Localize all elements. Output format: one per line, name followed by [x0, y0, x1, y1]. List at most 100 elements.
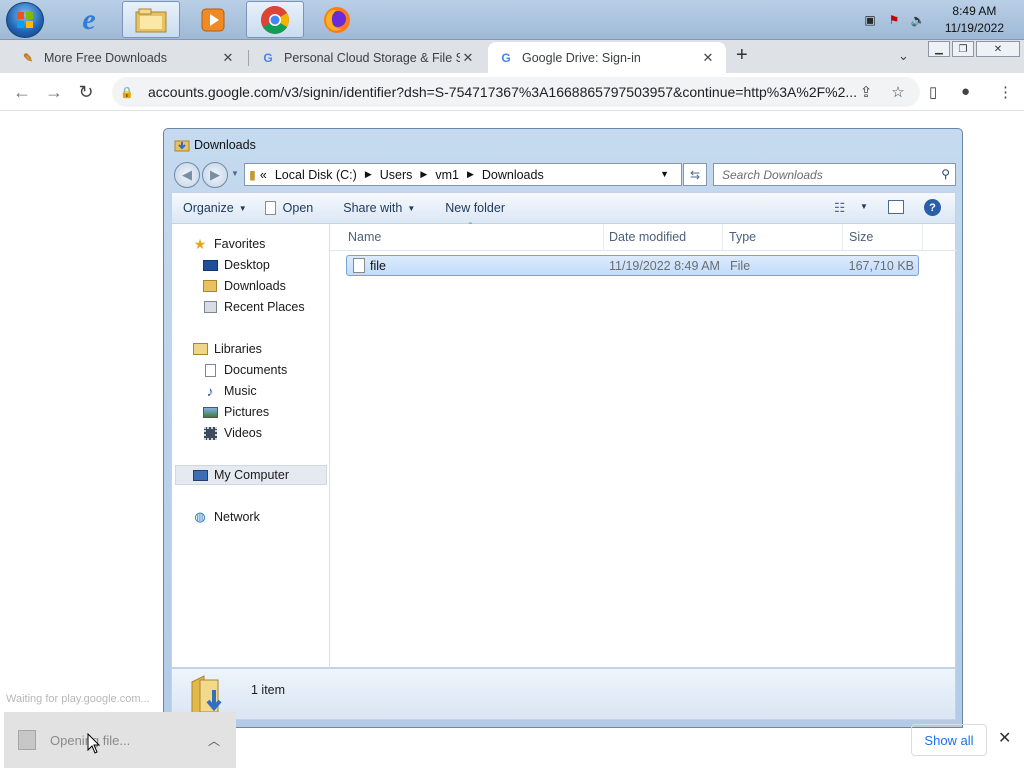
libraries-icon	[192, 342, 208, 356]
file-name: file	[370, 259, 386, 273]
dropdown-arrow-icon: ▼	[407, 203, 416, 213]
breadcrumb-arrow-icon[interactable]: ▶	[467, 169, 474, 180]
new-folder-button[interactable]: New folder	[445, 201, 505, 215]
explorer-forward-button[interactable]: ▶	[202, 162, 228, 188]
network-tray-icon[interactable]: ▣	[862, 13, 878, 27]
column-divider[interactable]	[603, 224, 604, 251]
help-icon[interactable]: ?	[924, 199, 941, 216]
nav-my-computer[interactable]: My Computer	[175, 465, 327, 485]
column-type[interactable]: Type	[729, 230, 756, 244]
taskbar-file-explorer[interactable]	[122, 1, 180, 38]
nav-downloads[interactable]: Downloads	[202, 277, 286, 295]
tab-strip: ✎ More Free Downloads ✕ G Personal Cloud…	[0, 40, 1024, 73]
overflow-chevron-icon[interactable]: «	[260, 168, 267, 182]
taskbar: e ▣ ⚑ 🔈 8:49 AM 11/19/2022	[0, 0, 1024, 40]
download-options-chevron-icon[interactable]: ︿	[208, 732, 220, 749]
share-icon[interactable]: ⇪	[856, 83, 876, 101]
file-row[interactable]: file 11/19/2022 8:49 AM File 167,710 KB	[346, 255, 919, 276]
column-divider[interactable]	[722, 224, 723, 251]
nav-recent-places[interactable]: Recent Places	[202, 298, 305, 316]
reload-icon[interactable]: ↻	[75, 82, 97, 103]
tab-more-free-downloads[interactable]: ✎ More Free Downloads ✕	[10, 42, 246, 73]
close-download-shelf-icon[interactable]: ✕	[998, 728, 1011, 748]
breadcrumb-arrow-icon[interactable]: ▶	[365, 169, 372, 180]
back-icon[interactable]: ←	[11, 82, 33, 103]
change-view-icon[interactable]: ☷	[834, 200, 845, 215]
url-text[interactable]: accounts.google.com/v3/signin/identifier…	[148, 84, 856, 100]
column-date-modified[interactable]: Date modified	[609, 230, 686, 244]
start-button[interactable]	[6, 2, 44, 38]
explorer-search-input[interactable]: Search Downloads ⚲	[713, 163, 956, 186]
item-count: 1 item	[251, 683, 286, 697]
tab-personal-cloud-storage[interactable]: G Personal Cloud Storage & File Sh ✕	[250, 42, 486, 73]
address-dropdown-icon[interactable]: ▼	[660, 169, 669, 179]
action-center-icon[interactable]: ⚑	[886, 13, 902, 27]
browser-toolbar: ← → ↻ 🔒 accounts.google.com/v3/signin/id…	[0, 73, 1024, 111]
share-with-button[interactable]: Share with ▼	[343, 201, 415, 215]
column-divider[interactable]	[842, 224, 843, 251]
desktop-icon	[202, 258, 218, 272]
close-window-button[interactable]: ✕	[976, 41, 1020, 57]
close-tab-icon[interactable]: ✕	[460, 50, 476, 66]
nav-desktop[interactable]: Desktop	[202, 256, 270, 274]
taskbar-chrome[interactable]	[246, 1, 304, 38]
explorer-refresh-button[interactable]: ⇆	[683, 163, 707, 186]
new-tab-button[interactable]: +	[736, 44, 748, 67]
side-panel-icon[interactable]: ▯	[929, 83, 937, 101]
maximize-button[interactable]: ❐	[952, 41, 974, 57]
column-divider[interactable]	[922, 224, 923, 251]
breadcrumb-arrow-icon[interactable]: ▶	[420, 169, 427, 180]
nav-videos[interactable]: Videos	[202, 424, 262, 442]
breadcrumb-vm1[interactable]: vm1	[435, 168, 459, 182]
organize-button[interactable]: Organize ▼	[183, 201, 247, 215]
recent-pages-dropdown-icon[interactable]: ▼	[231, 169, 239, 178]
documents-icon	[202, 363, 218, 377]
profile-avatar-icon[interactable]: ●	[961, 83, 970, 100]
nav-favorites-label: Favorites	[214, 237, 266, 251]
navigation-pane: ★ Favorites Desktop Downloads Recent Pla…	[172, 224, 330, 668]
tab-label: Google Drive: Sign-in	[522, 50, 641, 65]
volume-icon[interactable]: 🔈	[910, 13, 926, 27]
preview-pane-icon[interactable]	[888, 200, 904, 214]
nav-documents[interactable]: Documents	[202, 361, 287, 379]
explorer-back-button[interactable]: ◀	[174, 162, 200, 188]
explorer-panes: ★ Favorites Desktop Downloads Recent Pla…	[171, 221, 957, 668]
nav-music[interactable]: ♪ Music	[202, 382, 257, 400]
breadcrumb-users[interactable]: Users	[380, 168, 413, 182]
file-size: 167,710 KB	[848, 259, 914, 273]
nav-favorites[interactable]: ★ Favorites	[192, 235, 266, 253]
breadcrumb-local-disk[interactable]: Local Disk (C:)	[275, 168, 357, 182]
close-tab-icon[interactable]: ✕	[220, 50, 236, 66]
minimize-button[interactable]: ▁	[928, 41, 950, 57]
menu-icon[interactable]: ⋮	[998, 83, 1013, 101]
pictures-icon	[202, 405, 218, 419]
view-dropdown-icon[interactable]: ▼	[860, 202, 868, 211]
taskbar-firefox[interactable]	[308, 1, 366, 38]
nav-network[interactable]: ◍ Network	[192, 508, 260, 526]
show-all-button[interactable]: Show all	[911, 724, 987, 756]
bookmark-star-icon[interactable]: ☆	[888, 83, 908, 101]
nav-pictures[interactable]: Pictures	[202, 403, 269, 421]
tab-search-chevron-icon[interactable]: ⌄	[898, 48, 909, 64]
explorer-address-box[interactable]: ▮ « Local Disk (C:) ▶ Users ▶ vm1 ▶ Down…	[244, 163, 682, 186]
nav-libraries[interactable]: Libraries	[192, 340, 262, 358]
forward-icon[interactable]: →	[43, 82, 65, 103]
taskbar-media-player[interactable]	[184, 1, 242, 38]
clock[interactable]: 8:49 AM 11/19/2022	[945, 3, 1004, 37]
refresh-icon: ⇆	[689, 167, 701, 182]
downloads-small-icon: ▮	[249, 168, 256, 182]
open-button[interactable]: Open	[264, 201, 313, 215]
explorer-address-row: ◀ ▶ ▼ ▮ « Local Disk (C:) ▶ Users ▶ vm1 …	[172, 162, 956, 188]
column-size[interactable]: Size	[849, 230, 873, 244]
nav-recent-places-label: Recent Places	[224, 300, 305, 314]
taskbar-internet-explorer[interactable]: e	[60, 1, 118, 38]
breadcrumb-downloads[interactable]: Downloads	[482, 168, 544, 182]
nav-downloads-label: Downloads	[224, 279, 286, 293]
search-icon[interactable]: ⚲	[941, 167, 950, 181]
generic-file-icon	[353, 258, 365, 273]
column-name[interactable]: Name	[348, 230, 381, 244]
close-tab-icon[interactable]: ✕	[700, 50, 716, 66]
address-bar[interactable]: 🔒 accounts.google.com/v3/signin/identifi…	[112, 77, 920, 107]
tab-google-drive-sign-in[interactable]: G Google Drive: Sign-in ✕	[488, 42, 726, 73]
download-item[interactable]: Opening file... ︿	[4, 712, 236, 768]
